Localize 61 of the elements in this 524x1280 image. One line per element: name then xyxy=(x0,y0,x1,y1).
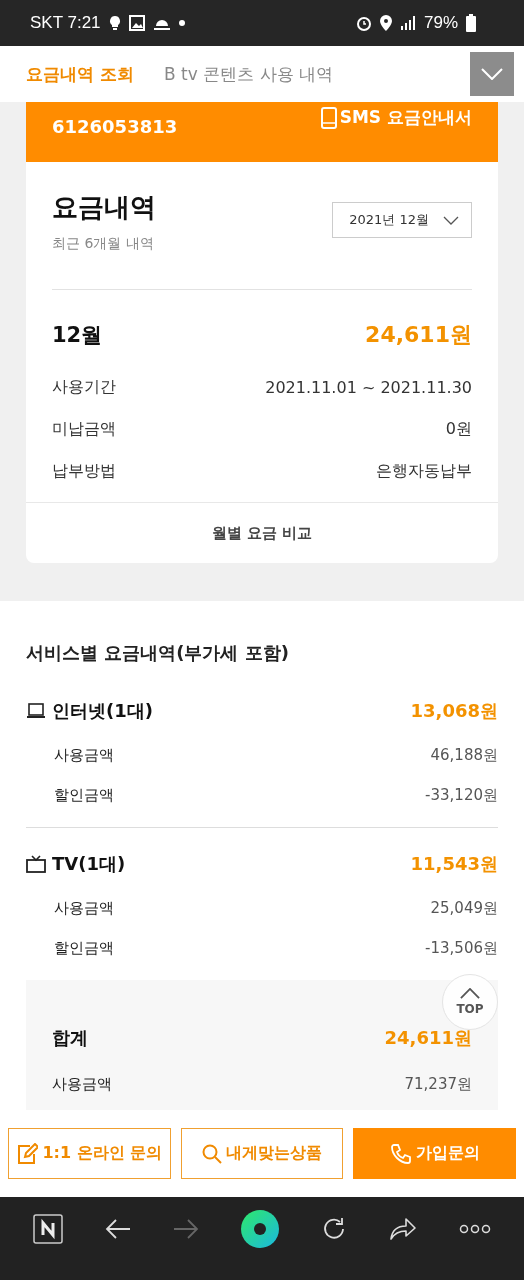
row-value: 71,237원 xyxy=(404,1074,472,1094)
alarm-icon xyxy=(355,15,372,31)
month-dropdown[interactable]: 2021년 12월 xyxy=(332,202,472,238)
row-value: 은행자동납부 xyxy=(376,460,472,482)
forward-icon[interactable] xyxy=(173,1217,199,1240)
compare-link[interactable]: 월별 요금 비교 xyxy=(205,522,319,544)
expand-button[interactable] xyxy=(470,52,514,96)
row-label: 사용기간 xyxy=(52,376,116,398)
action-button[interactable]: 1:1 온라인 문의 xyxy=(8,1128,171,1179)
bill-title: 요금내역 xyxy=(52,191,156,224)
chevron-up-icon xyxy=(460,988,480,999)
laptop-icon xyxy=(26,703,46,719)
row-value: 0원 xyxy=(445,418,472,440)
summary-label: 합계 xyxy=(52,1026,88,1050)
carrier-time: SKT 7:21 xyxy=(30,13,101,33)
more-icon[interactable] xyxy=(459,1223,491,1234)
service-name: TV(1대) xyxy=(52,852,126,876)
back-icon[interactable] xyxy=(105,1217,131,1240)
chevron-down-icon xyxy=(443,215,459,225)
row-value: 46,188원 xyxy=(430,745,498,765)
phone-icon xyxy=(320,106,337,129)
row-label: 사용금액 xyxy=(54,745,114,765)
row-label: 납부방법 xyxy=(52,460,116,482)
bulb-icon xyxy=(108,15,121,31)
row-value: -33,120원 xyxy=(425,785,498,805)
row-label: 미납금액 xyxy=(52,418,116,440)
edit-icon xyxy=(16,1142,39,1165)
row-label: 할인금액 xyxy=(54,785,114,805)
battery-percent: 79% xyxy=(423,13,458,33)
row-label: 사용금액 xyxy=(52,1074,112,1094)
account-number: 6126053813 xyxy=(52,116,178,137)
row-label: 할인금액 xyxy=(54,938,114,958)
service-amount: 11,543원 xyxy=(410,852,498,876)
row-value: -13,506원 xyxy=(425,938,498,958)
share-icon[interactable] xyxy=(389,1216,417,1241)
image-icon xyxy=(128,15,145,31)
refresh-icon[interactable] xyxy=(321,1215,347,1242)
tab[interactable]: B tv 콘텐츠 사용 내역 xyxy=(163,62,333,86)
bill-subtitle: 최근 6개월 내역 xyxy=(52,235,155,253)
action-button[interactable]: 내게맞는상품 xyxy=(180,1128,344,1179)
bill-month: 12월 xyxy=(52,322,103,349)
service-amount: 13,068원 xyxy=(410,699,498,723)
bill-total: 24,611원 xyxy=(365,321,472,349)
tab[interactable]: 요금내역 조회 xyxy=(26,62,134,86)
phone-icon xyxy=(389,1142,412,1165)
n-logo-icon[interactable] xyxy=(33,1213,63,1244)
row-value: 2021.11.01 ~ 2021.11.30 xyxy=(265,377,472,397)
chevron-down-icon xyxy=(481,68,503,80)
section-title: 서비스별 요금내역(부가세 포함) xyxy=(26,641,290,665)
home-ring-icon[interactable] xyxy=(241,1209,279,1248)
battery-icon xyxy=(466,14,476,32)
action-button[interactable]: 가입문의 xyxy=(353,1128,516,1179)
sms-bill-button[interactable]: SMS 요금안내서 xyxy=(320,106,472,129)
tv-icon xyxy=(26,855,46,873)
dot-icon xyxy=(178,20,185,26)
row-label: 사용금액 xyxy=(54,898,114,918)
search-icon xyxy=(202,1143,222,1164)
signal-icon xyxy=(399,16,416,30)
row-value: 25,049원 xyxy=(430,898,498,918)
location-icon xyxy=(379,15,392,31)
service-name: 인터넷(1대) xyxy=(52,699,153,723)
